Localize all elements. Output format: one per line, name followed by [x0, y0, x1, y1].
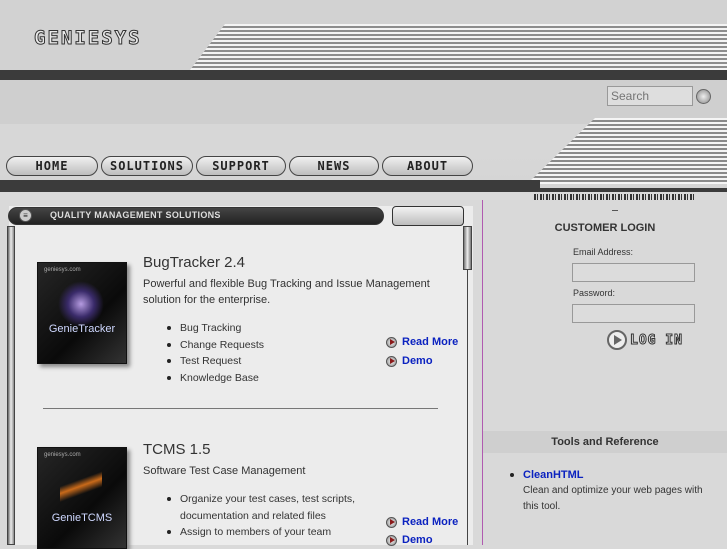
- feature-item: Bug Tracking: [163, 320, 264, 337]
- logo[interactable]: GENIESYS: [34, 27, 142, 50]
- read-more-row[interactable]: Read More: [386, 516, 458, 528]
- product-description: Powerful and flexible Bug Tracking and I…: [143, 278, 430, 306]
- arrow-icon: [386, 355, 397, 367]
- arrow-icon: [386, 336, 397, 348]
- bugtracker-box-image[interactable]: geniesys.com GenieTracker: [37, 262, 127, 364]
- feature-item: Organize your test cases, test scripts, …: [163, 491, 363, 524]
- nav-solutions[interactable]: SOLUTIONS: [101, 156, 193, 176]
- login-button[interactable]: LOG IN: [607, 330, 683, 350]
- arrow-icon: [386, 534, 397, 546]
- main-nav: HOME SOLUTIONS SUPPORT NEWS ABOUT: [6, 156, 473, 178]
- nav-news[interactable]: NEWS: [289, 156, 379, 176]
- sidebar-divider: [482, 200, 483, 545]
- product-description: Software Test Case Management: [143, 465, 306, 477]
- tool-item: CleanHTML Clean and optimize your web pa…: [510, 467, 710, 515]
- read-more-link[interactable]: Read More: [402, 516, 458, 528]
- box-burst: [58, 281, 104, 327]
- box-publisher: geniesys.com: [44, 267, 81, 273]
- nav-support[interactable]: SUPPORT: [196, 156, 286, 176]
- tool-link[interactable]: CleanHTML: [523, 467, 710, 483]
- header-stripes: [187, 24, 727, 74]
- header-bottom-bar: [0, 180, 540, 192]
- panel-pipe-right: [463, 226, 472, 270]
- feature-item: Knowledge Base: [163, 370, 264, 387]
- tool-description: Clean and optimize your web pages with t…: [523, 485, 703, 512]
- feature-item: Test Request: [163, 353, 264, 370]
- header-bottom-bar-right: [540, 188, 727, 192]
- box-label: GenieTCMS: [51, 512, 113, 524]
- login-arrow-icon: [607, 330, 627, 350]
- product-title: BugTracker 2.4: [143, 254, 245, 271]
- password-label: Password:: [573, 288, 616, 298]
- tools-title: Tools and Reference: [483, 431, 727, 453]
- menu-icon: ≡: [19, 209, 32, 222]
- nav-about[interactable]: ABOUT: [382, 156, 473, 176]
- login-button-label: LOG IN: [630, 332, 683, 348]
- panel-edge-right: [467, 270, 468, 545]
- feature-item: Assign to members of your team: [163, 524, 363, 541]
- email-field[interactable]: [572, 263, 695, 282]
- feature-list: Bug Tracking Change Requests Test Reques…: [163, 320, 264, 386]
- tcms-box-image[interactable]: geniesys.com GenieTCMS: [37, 447, 127, 549]
- box-label: GenieTracker: [48, 323, 116, 335]
- tools-list: CleanHTML Clean and optimize your web pa…: [510, 467, 710, 515]
- decorative-dash: [612, 210, 618, 211]
- header-divider: [0, 70, 727, 80]
- nav-home[interactable]: HOME: [6, 156, 98, 176]
- product-title: TCMS 1.5: [143, 441, 211, 458]
- read-more-row[interactable]: Read More: [386, 336, 458, 348]
- panel-pipe-left: [7, 226, 15, 545]
- demo-link[interactable]: Demo: [402, 534, 433, 546]
- feature-item: Change Requests: [163, 337, 264, 354]
- search-go-icon[interactable]: [696, 89, 711, 104]
- demo-row[interactable]: Demo: [386, 534, 433, 546]
- arrow-icon: [386, 516, 397, 528]
- box-burst: [60, 458, 102, 514]
- feature-list: Organize your test cases, test scripts, …: [163, 491, 363, 541]
- email-label: Email Address:: [573, 247, 634, 257]
- read-more-link[interactable]: Read More: [402, 336, 458, 348]
- demo-row[interactable]: Demo: [386, 355, 433, 367]
- demo-link[interactable]: Demo: [402, 355, 433, 367]
- password-field[interactable]: [572, 304, 695, 323]
- section-title: QUALITY MANAGEMENT SOLUTIONS: [50, 210, 221, 220]
- panel-cap: [392, 206, 464, 226]
- product-divider: [43, 408, 438, 409]
- login-title: CUSTOMER LOGIN: [554, 222, 656, 234]
- search-input[interactable]: [607, 86, 693, 106]
